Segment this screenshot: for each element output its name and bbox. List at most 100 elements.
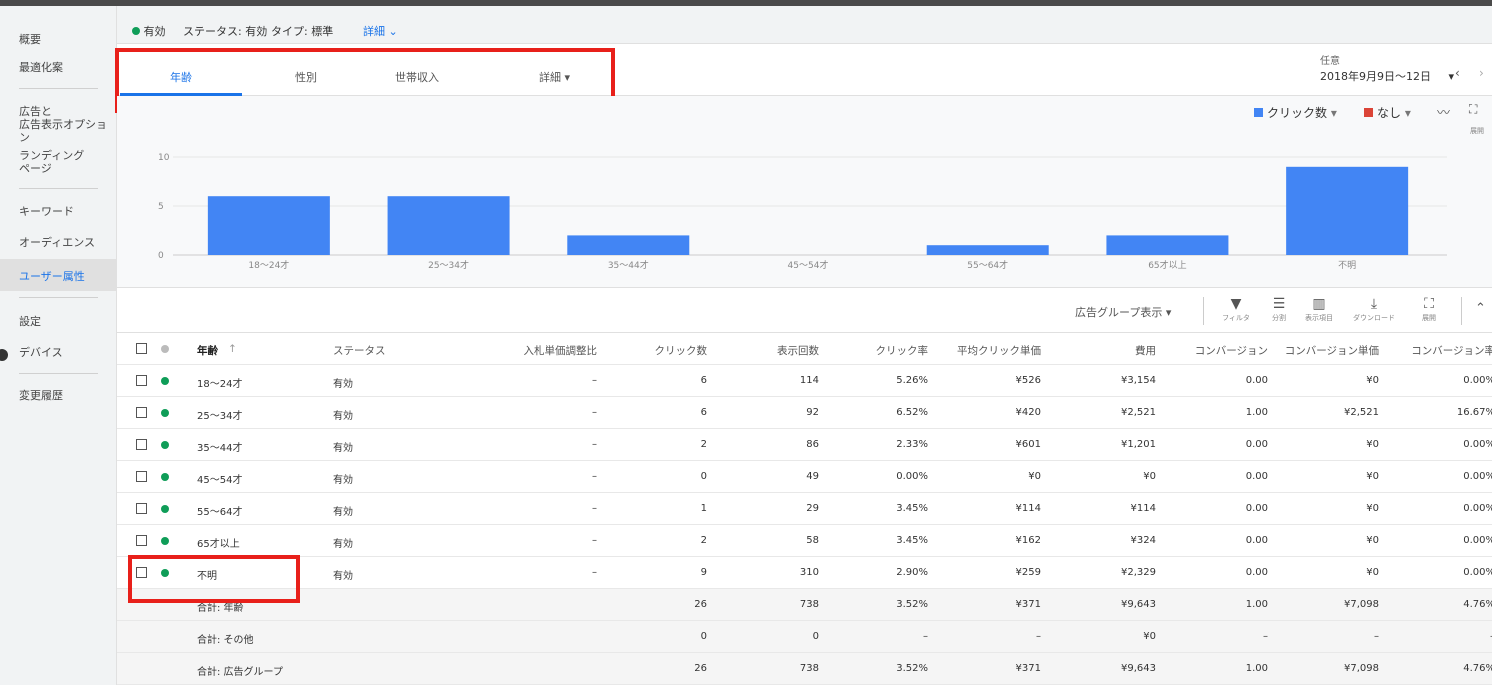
enabled-status-dot-icon (161, 537, 169, 545)
download-button[interactable]: ⤓ ダウンロード (1348, 295, 1400, 323)
detail-toggle[interactable]: 詳細 ⌄ (363, 23, 398, 39)
table-row[interactable]: 25～34才 有効 – 6 92 6.52% ¥420 ¥2,521 1.00 ¥2,521 16.… (117, 397, 1492, 429)
sidebar-item-devices[interactable]: デバイス (19, 346, 63, 359)
cell-col-5: 3.45% (896, 535, 928, 546)
row-checkbox[interactable] (136, 439, 147, 450)
cell-col-4: 58 (806, 535, 819, 546)
expand-handle-icon[interactable] (0, 349, 8, 361)
cell-col-8: 0.00 (1245, 503, 1268, 514)
cell-col-3: クリック数 (654, 345, 708, 357)
columns-label: 表示項目 (1305, 314, 1333, 322)
row-checkbox[interactable] (136, 407, 147, 418)
cell-col-4: 0 (812, 631, 819, 642)
table-row[interactable]: 45～54才 有効 – 0 49 0.00% ¥0 ¥0 0.00 ¥0 0.00% (117, 461, 1492, 493)
cell-col-3: 2 (700, 535, 707, 546)
date-range-picker[interactable]: 2018年9月9日～12日 ▾ (1320, 68, 1454, 84)
cell-col-10: 0.00% (1463, 567, 1492, 578)
sort-arrow-up-icon[interactable]: ↑ (228, 343, 237, 355)
expand-table-label: 展開 (1422, 314, 1436, 322)
date-range-value: 2018年9月9日～12日 (1320, 70, 1431, 83)
view-selector[interactable]: 広告グループ表示 ▾ (1075, 304, 1171, 320)
sidebar-divider (19, 188, 98, 189)
cell-col-4: 738 (799, 599, 819, 610)
sidebar-item-ads-extensions[interactable]: 広告と 広告表示オプション (19, 105, 116, 144)
cell-col-6: ¥371 (1015, 599, 1041, 610)
toolbar-divider (1461, 297, 1462, 325)
cell-col-4: 92 (806, 407, 819, 418)
cell-col-7: ¥9,643 (1121, 599, 1156, 610)
cell-col-0: 55～64才 (197, 507, 243, 518)
cell-col-3: 26 (694, 663, 707, 674)
cell-col-1: ステータス (333, 345, 386, 357)
sidebar-item-settings[interactable]: 設定 (19, 315, 41, 328)
cell-col-0: 18～24才 (197, 379, 243, 390)
cell-col-7: ¥114 (1130, 503, 1156, 514)
sidebar-item-landing-pages[interactable]: ランディング ページ (19, 149, 84, 175)
cell-col-6: ¥259 (1015, 567, 1041, 578)
table-toolbar: 広告グループ表示 ▾ ▼ フィルタ ☰ 分割 ▥ 表示項目 ⤓ ダウンロード ⛶… (117, 289, 1492, 333)
cell-col-9: ¥0 (1366, 375, 1379, 386)
table-row[interactable]: 65才以上 有効 – 2 58 3.45% ¥162 ¥324 0.00 ¥0 0.00% (117, 525, 1492, 557)
segment-button[interactable]: ☰ 分割 (1267, 295, 1291, 323)
cell-col-7: ¥3,154 (1121, 375, 1156, 386)
cell-col-6: – (1036, 631, 1041, 642)
x-tick-label: 不明 (1338, 260, 1356, 271)
cell-col-9: ¥0 (1366, 535, 1379, 546)
sidebar-divider (19, 297, 98, 298)
bar-25～34才 (387, 196, 510, 255)
table-row[interactable]: 55～64才 有効 – 1 29 3.45% ¥114 ¥114 0.00 ¥0 0.00% (117, 493, 1492, 525)
expand-table-button[interactable]: ⛶ 展開 (1415, 295, 1443, 323)
cell-col-9: ¥0 (1366, 567, 1379, 578)
type-text: タイプ: 標準 (271, 25, 334, 38)
columns-icon: ▥ (1312, 296, 1326, 312)
filter-button[interactable]: ▼ フィルタ (1218, 295, 1254, 323)
cell-col-8: 0.00 (1245, 375, 1268, 386)
columns-button[interactable]: ▥ 表示項目 (1299, 295, 1339, 323)
cell-col-7: ¥0 (1143, 471, 1156, 482)
next-date-icon[interactable]: › (1479, 66, 1484, 80)
row-checkbox[interactable] (136, 535, 147, 546)
x-tick-label: 65才以上 (1148, 259, 1186, 271)
cell-col-9: コンバージョン単価 (1284, 345, 1379, 357)
sidebar-item-demographics[interactable]: ユーザー属性 (19, 270, 85, 283)
cell-col-0: 合計: 広告グループ (197, 667, 283, 678)
row-checkbox[interactable] (136, 471, 147, 482)
cell-col-5: – (923, 631, 928, 642)
chart-area: クリック数 ▾ なし ▾ 〰 ⛶ 展開 0 5 10 18～24才 25～34才 35～4… (117, 96, 1492, 288)
enabled-label: 有効 (143, 25, 166, 38)
sidebar-item-keywords[interactable]: キーワード (19, 205, 74, 218)
cell-col-9: ¥7,098 (1344, 663, 1379, 674)
row-checkbox[interactable] (136, 375, 147, 386)
cell-col-10: コンバージョン率 (1411, 345, 1492, 357)
sidebar-item-audiences[interactable]: オーディエンス (19, 236, 95, 249)
cell-col-1: 有効 (333, 379, 353, 390)
cell-col-5: 3.45% (896, 503, 928, 514)
cell-col-8: 1.00 (1245, 407, 1268, 418)
cell-col-1: 有効 (333, 507, 353, 518)
cell-col-2: – (592, 407, 597, 418)
collapse-up-icon[interactable]: ⌃ (1475, 301, 1486, 316)
table-row[interactable]: 18～24才 有効 – 6 114 5.26% ¥526 ¥3,154 0.00 ¥0 0.00% (117, 365, 1492, 397)
cell-col-4: 310 (799, 567, 819, 578)
table-row[interactable]: 不明 有効 –9 310 2.90% ¥259 ¥2,329 0.00 ¥0 0.00% (117, 557, 1492, 589)
sidebar-item-change-history[interactable]: 変更履歴 (19, 389, 63, 402)
select-all-checkbox[interactable] (136, 343, 147, 354)
x-tick-label: 45～54才 (788, 259, 829, 271)
cell-col-8: 0.00 (1245, 471, 1268, 482)
detail-label: 詳細 (363, 25, 385, 38)
cell-col-0: 年齢 (197, 345, 218, 357)
cell-col-9: ¥0 (1366, 439, 1379, 450)
cell-col-6: 平均クリック単価 (957, 345, 1041, 357)
bar-65才以上 (1106, 235, 1229, 255)
enabled-status-dot-icon (161, 505, 169, 513)
cell-col-7: ¥324 (1130, 535, 1156, 546)
sidebar-item-overview[interactable]: 概要 (19, 33, 41, 46)
segment-label: 分割 (1272, 314, 1286, 322)
sidebar-item-recommendations[interactable]: 最適化案 (19, 61, 63, 74)
status-dot-header-icon (161, 345, 169, 353)
prev-date-icon[interactable]: ‹ (1455, 66, 1460, 80)
row-checkbox[interactable] (136, 503, 147, 514)
download-label: ダウンロード (1353, 314, 1395, 322)
table-row[interactable]: 35～44才 有効 – 2 86 2.33% ¥601 ¥1,201 0.00 ¥0 0.00% (117, 429, 1492, 461)
cell-col-4: 表示回数 (777, 345, 819, 357)
